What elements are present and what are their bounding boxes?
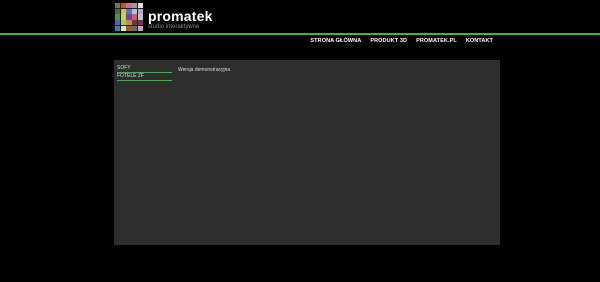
content-text: Wersja demonstracyjna [178, 67, 231, 73]
logo-tile [137, 25, 143, 31]
logo-tile [137, 8, 143, 14]
logo-tile [115, 25, 121, 31]
nav-item-contact[interactable]: KONTAKT [466, 38, 493, 44]
logo-tile [120, 3, 126, 9]
sidebar-item-sofy[interactable]: SOFY [117, 65, 172, 73]
main-panel: SOFY FOTELE ZF Wersja demonstracyjna [114, 60, 500, 245]
main-nav: STRONA GŁÓWNA PRODUKT 3D PROMATEK.PL KON… [310, 38, 493, 44]
brand-name: promatek [148, 8, 213, 24]
logo-tile [120, 20, 126, 26]
logo-tile [115, 20, 121, 26]
sidebar-item-fotele[interactable]: FOTELE ZF [117, 73, 172, 81]
logo-tile [132, 8, 138, 14]
logo-tile [120, 25, 126, 31]
logo-tile [120, 14, 126, 20]
logo-tile [115, 14, 121, 20]
nav-item-promatek[interactable]: PROMATEK.PL [416, 38, 457, 44]
logo-tile [132, 20, 138, 26]
logo-tile [137, 14, 143, 20]
logo-tile [126, 20, 132, 26]
logo-tile [132, 14, 138, 20]
logo-tile [132, 25, 138, 31]
logo-tile [137, 3, 143, 9]
logo-tile [115, 8, 121, 14]
nav-item-home[interactable]: STRONA GŁÓWNA [310, 38, 361, 44]
logo-tile [132, 3, 138, 9]
logo-tile [115, 3, 121, 9]
logo-tile [126, 8, 132, 14]
logo-tile [126, 3, 132, 9]
logo-text: promatek studio interaktywne [148, 3, 213, 31]
logo-tile [120, 8, 126, 14]
logo-tile [126, 25, 132, 31]
logo[interactable]: promatek studio interaktywne [115, 3, 213, 31]
logo-tile [137, 20, 143, 26]
nav-item-product-3d[interactable]: PRODUKT 3D [370, 38, 407, 44]
logo-tile [126, 14, 132, 20]
header-divider [0, 33, 600, 35]
sidebar: SOFY FOTELE ZF [117, 65, 172, 81]
logo-mark [115, 3, 143, 31]
brand-tagline: studio interaktywne [148, 24, 200, 30]
